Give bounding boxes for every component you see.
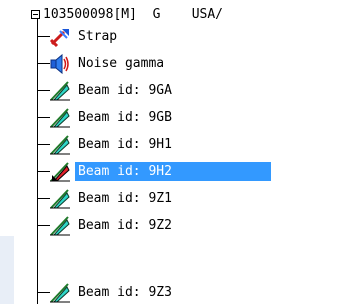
tree-root-node[interactable]: 103500098[M] G USA/ xyxy=(14,6,337,24)
tree-item-label: Beam id: 9Z1 xyxy=(78,191,172,206)
collapse-icon[interactable] xyxy=(31,10,40,19)
tree-item-label: Noise gamma xyxy=(78,56,165,71)
tree-item-noise-gamma[interactable]: Noise gamma xyxy=(14,52,337,75)
tree-view[interactable]: 103500098[M] G USA/ Strap Noise gamma Be… xyxy=(14,0,337,304)
tree-item-label: Beam id: 9GB xyxy=(78,110,172,125)
tree-item-beam-9gb[interactable]: Beam id: 9GB xyxy=(14,106,337,129)
tree-item-beam-9z2[interactable]: Beam id: 9Z2 xyxy=(14,214,337,237)
tree-item-label: Beam id: 9GA xyxy=(78,83,172,98)
tree-item-label: Beam id: 9Z2 xyxy=(78,218,172,233)
beam-icon xyxy=(50,189,70,209)
root-node-label: 103500098[M] G USA/ xyxy=(43,7,224,22)
tree-item-beam-9z3[interactable]: Beam id: 9Z3 xyxy=(14,281,337,304)
tree-item-beam-9z1[interactable]: Beam id: 9Z1 xyxy=(14,187,337,210)
tree-item-label-selected: Beam id: 9H2 xyxy=(75,162,271,181)
beam-icon xyxy=(50,81,70,101)
tree-item-beam-9h2[interactable]: Beam id: 9H2 xyxy=(14,160,337,183)
speaker-icon xyxy=(50,53,69,75)
tree-item-strap[interactable]: Strap xyxy=(14,25,337,48)
beam-icon xyxy=(50,108,70,128)
tree-item-label: Beam id: 9Z3 xyxy=(78,285,172,300)
strap-icon xyxy=(49,29,69,48)
beam-icon xyxy=(50,135,70,155)
beam-icon xyxy=(50,216,70,236)
beam-icon-selected xyxy=(50,162,70,182)
tree-item-label: Strap xyxy=(78,29,118,44)
tree-item-beam-9ga[interactable]: Beam id: 9GA xyxy=(14,79,337,102)
tree-item-label: Beam id: 9H1 xyxy=(78,137,172,152)
tree-item-beam-9h1[interactable]: Beam id: 9H1 xyxy=(14,133,337,156)
beam-icon xyxy=(50,283,70,303)
